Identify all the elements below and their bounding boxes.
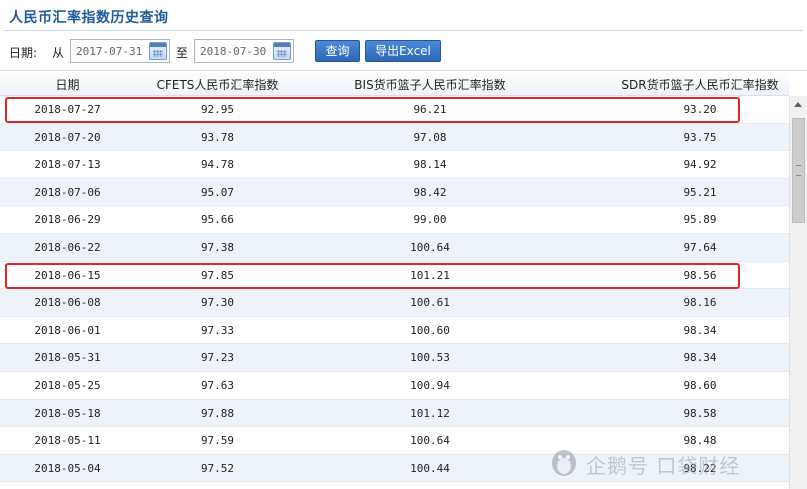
cell-bis: 98.14 xyxy=(413,158,447,172)
cell-date: 2018-05-11 xyxy=(34,434,101,448)
cell-bis: 98.42 xyxy=(413,185,447,199)
cell-cfets: 97.33 xyxy=(200,323,235,337)
cell-cfets: 97.23 xyxy=(200,351,235,365)
table-row[interactable]: 2018-07-06 95.07 98.42 95.21 xyxy=(0,178,789,207)
table-header: 日期 CFETS人民币汇率指数 BIS货币篮子人民币汇率指数 SDR货币篮子人民… xyxy=(0,71,789,96)
cell-cfets: 93.78 xyxy=(200,130,235,144)
cell-date: 2018-05-31 xyxy=(34,351,101,365)
cell-sdr: 98.34 xyxy=(683,323,717,337)
penguin-logo-icon xyxy=(552,450,576,476)
cell-date: 2018-06-22 xyxy=(34,241,101,254)
scroll-thumb[interactable] xyxy=(792,118,805,223)
cell-cfets: 97.52 xyxy=(200,461,235,475)
cell-cfets: 97.30 xyxy=(200,296,235,310)
to-label: 至 xyxy=(176,46,189,60)
query-button[interactable]: 查询 xyxy=(315,40,360,62)
cell-bis: 99.00 xyxy=(413,213,447,227)
table-row[interactable]: 2018-07-13 94.78 98.14 94.92 xyxy=(0,151,789,179)
cell-bis: 100.44 xyxy=(410,461,450,475)
table-row[interactable]: 2018-06-22 97.38 100.64 97.64 xyxy=(0,234,789,262)
highlight-box xyxy=(5,263,740,289)
date-label: 日期: xyxy=(9,46,38,60)
cell-date: 2018-06-29 xyxy=(34,213,101,227)
cell-bis: 100.64 xyxy=(410,241,450,254)
title-bar: 人民币汇率指数历史查询 xyxy=(0,0,807,32)
column-header-date: 日期 xyxy=(55,78,80,92)
cell-cfets: 97.59 xyxy=(200,434,235,448)
cell-sdr: 97.64 xyxy=(683,241,717,254)
cell-bis: 100.61 xyxy=(410,296,450,310)
cell-bis: 97.08 xyxy=(413,130,447,144)
start-date-input[interactable]: 2017-07-31 xyxy=(70,39,170,63)
cell-bis: 100.94 xyxy=(410,379,450,392)
scroll-up-arrow-icon[interactable] xyxy=(790,96,807,113)
calendar-icon[interactable] xyxy=(149,42,167,60)
title-divider xyxy=(4,30,803,31)
from-label: 从 xyxy=(52,46,65,60)
table-row[interactable]: 2018-07-20 93.78 97.08 93.75 xyxy=(0,123,789,152)
cell-cfets: 95.66 xyxy=(200,213,235,227)
table-row[interactable]: 2018-05-25 97.63 100.94 98.60 xyxy=(0,372,789,400)
page-title: 人民币汇率指数历史查询 xyxy=(9,10,169,26)
cell-sdr: 93.75 xyxy=(683,130,717,144)
highlight-box xyxy=(5,97,740,123)
calendar-icon[interactable] xyxy=(273,42,291,60)
cell-date: 2018-05-25 xyxy=(34,379,101,392)
column-header-cfets: CFETS人民币汇率指数 xyxy=(156,78,279,92)
table-row[interactable]: 2018-05-31 97.23 100.53 98.34 xyxy=(0,344,789,372)
cell-sdr: 98.16 xyxy=(683,296,717,310)
column-header-bis: BIS货币篮子人民币汇率指数 xyxy=(354,78,506,92)
watermark-text: 企鹅号 口袋财经 xyxy=(586,454,741,478)
cell-sdr: 94.92 xyxy=(683,158,717,172)
cell-bis: 100.64 xyxy=(410,434,450,448)
cell-date: 2018-06-08 xyxy=(34,296,101,310)
table-row[interactable]: 2018-05-18 97.88 101.12 98.58 xyxy=(0,399,789,428)
cell-date: 2018-07-06 xyxy=(34,185,101,199)
exchange-rate-table: 日期 CFETS人民币汇率指数 BIS货币篮子人民币汇率指数 SDR货币篮子人民… xyxy=(0,70,807,489)
cell-bis: 100.53 xyxy=(410,351,450,365)
end-date-value: 2018-07-30 xyxy=(200,45,267,58)
cell-cfets: 97.38 xyxy=(200,241,235,254)
cell-date: 2018-05-04 xyxy=(34,461,101,475)
column-header-sdr: SDR货币篮子人民币汇率指数 xyxy=(621,78,779,92)
cell-bis: 101.12 xyxy=(410,406,450,420)
cell-cfets: 95.07 xyxy=(200,185,235,199)
cell-cfets: 94.78 xyxy=(200,158,235,172)
start-date-value: 2017-07-31 xyxy=(76,45,143,58)
cell-date: 2018-07-20 xyxy=(34,130,101,144)
cell-sdr: 98.58 xyxy=(683,406,717,420)
cell-sdr: 98.48 xyxy=(683,434,717,448)
cell-cfets: 97.63 xyxy=(200,379,235,392)
cell-sdr: 98.34 xyxy=(683,351,717,365)
table-row[interactable]: 2018-06-29 95.66 99.00 95.89 xyxy=(0,206,789,234)
cell-sdr: 98.60 xyxy=(683,379,717,392)
cell-date: 2018-05-18 xyxy=(34,406,101,420)
export-excel-button[interactable]: 导出Excel xyxy=(365,40,441,62)
cell-date: 2018-07-13 xyxy=(34,158,101,172)
end-date-input[interactable]: 2018-07-30 xyxy=(194,39,294,63)
filter-bar: 日期: 从 2017-07-31 至 2018-07-30 查询 导出Excel xyxy=(0,36,807,66)
table-row[interactable]: 2018-06-08 97.30 100.61 98.16 xyxy=(0,289,789,317)
cell-date: 2018-06-01 xyxy=(34,323,101,337)
cell-bis: 100.60 xyxy=(410,323,450,337)
cell-sdr: 95.89 xyxy=(683,213,717,227)
table-row[interactable]: 2018-06-01 97.33 100.60 98.34 xyxy=(0,317,789,345)
cell-cfets: 97.88 xyxy=(200,406,235,420)
cell-sdr: 95.21 xyxy=(683,185,717,199)
vertical-scrollbar[interactable] xyxy=(789,96,807,489)
